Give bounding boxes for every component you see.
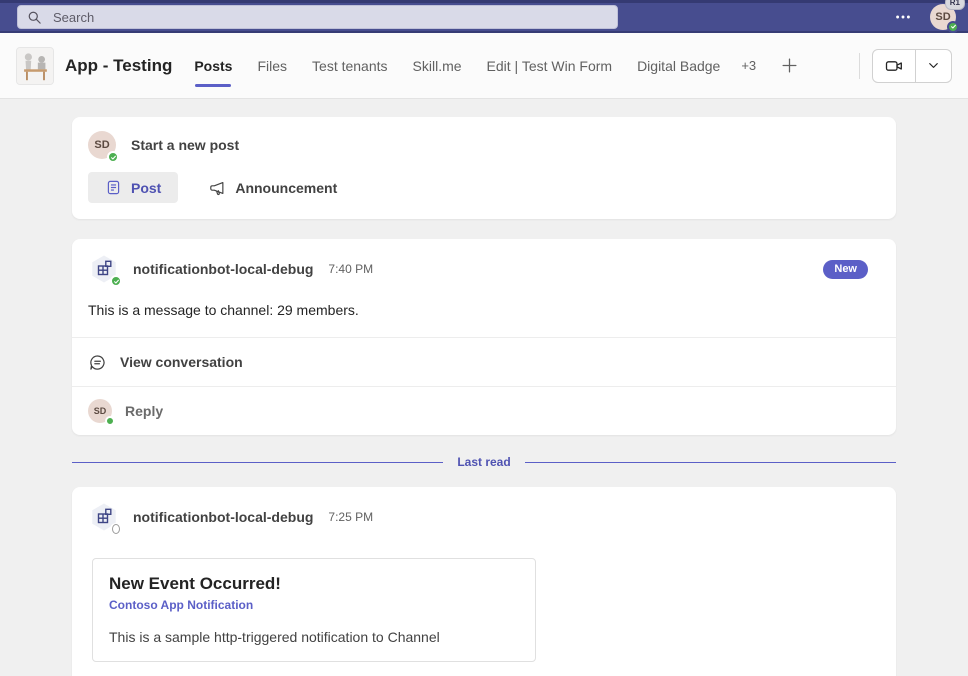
compose-avatar: SD (88, 131, 119, 163)
tab-bar: Posts Files Test tenants Skill.me Edit |… (194, 57, 798, 87)
compose-card: SD Start a new post Post Announcement (72, 117, 896, 219)
avatar-initials: SD (94, 139, 110, 151)
start-new-post[interactable]: SD Start a new post (88, 131, 880, 163)
divider-line (72, 461, 444, 463)
tab-skill-me[interactable]: Skill.me (413, 58, 462, 74)
avatar-initials: SD (935, 10, 951, 23)
team-avatar[interactable] (16, 46, 54, 85)
author-name[interactable]: notificationbot-local-debug (133, 509, 313, 525)
new-badge: New (823, 259, 868, 279)
plus-icon (782, 58, 797, 73)
tab-test-tenants[interactable]: Test tenants (312, 58, 388, 74)
divider-line (524, 461, 897, 463)
more-options-button[interactable] (892, 6, 914, 28)
tab-posts[interactable]: Posts (194, 58, 232, 87)
channel-header: App - Testing Posts Files Test tenants S… (0, 33, 968, 99)
post-card: notificationbot-local-debug 7:40 PM New … (72, 239, 896, 435)
add-tab-button[interactable] (781, 57, 798, 74)
reply-avatar: SD (88, 399, 115, 426)
tab-overflow-button[interactable]: +3 (741, 58, 756, 73)
bot-avatar[interactable] (88, 501, 122, 535)
search-input[interactable] (51, 8, 608, 26)
presence-available-icon (107, 151, 119, 163)
search-icon (28, 11, 41, 24)
search-box[interactable] (17, 5, 618, 29)
more-icon (896, 15, 910, 18)
announcement-type-button[interactable]: Announcement (204, 172, 341, 203)
posts-feed: SD Start a new post Post Announcement no… (0, 99, 968, 676)
presence-unknown-icon (110, 523, 122, 535)
compose-prompt: Start a new post (131, 137, 240, 153)
timestamp: 7:40 PM (328, 262, 374, 276)
avatar-initials: SD (93, 406, 107, 416)
presence-available-icon (105, 416, 115, 426)
card-app-name[interactable]: Contoso App Notification (109, 598, 519, 612)
meet-split-button (872, 48, 952, 83)
chevron-down-icon (929, 63, 938, 68)
author-name[interactable]: notificationbot-local-debug (133, 261, 313, 277)
adaptive-card: New Event Occurred! Contoso App Notifica… (92, 558, 536, 662)
last-read-divider: Last read (72, 455, 897, 469)
view-conversation-button[interactable]: View conversation (72, 338, 896, 386)
team-avatar-image (17, 47, 53, 84)
post-message: This is a message to channel: 29 members… (88, 302, 359, 318)
post-note-icon (107, 180, 120, 195)
tab-files[interactable]: Files (257, 58, 287, 74)
video-camera-icon (885, 60, 902, 71)
presence-available-icon (110, 275, 122, 287)
meet-button[interactable] (873, 50, 915, 82)
post-card: notificationbot-local-debug 7:25 PM New … (72, 487, 896, 676)
header-divider (859, 52, 860, 79)
reply-button[interactable]: SD Reply (72, 387, 896, 435)
page-title: App - Testing (65, 55, 173, 75)
post-type-button[interactable]: Post (88, 172, 179, 203)
card-title: New Event Occurred! (109, 574, 281, 593)
reply-label: Reply (125, 403, 164, 419)
meet-dropdown-button[interactable] (915, 49, 951, 82)
view-conversation-label: View conversation (120, 354, 243, 370)
ring-badge: R1 (944, 0, 965, 10)
top-bar: SD R1 (0, 0, 968, 33)
timestamp: 7:25 PM (328, 510, 374, 524)
megaphone-icon (210, 181, 224, 195)
tab-edit-test-win-form[interactable]: Edit | Test Win Form (487, 58, 613, 74)
chat-bubble-icon (90, 354, 105, 370)
tab-digital-badge[interactable]: Digital Badge (637, 58, 720, 74)
last-read-label: Last read (457, 455, 511, 469)
bot-avatar[interactable] (88, 253, 122, 287)
presence-available-icon (947, 20, 959, 33)
